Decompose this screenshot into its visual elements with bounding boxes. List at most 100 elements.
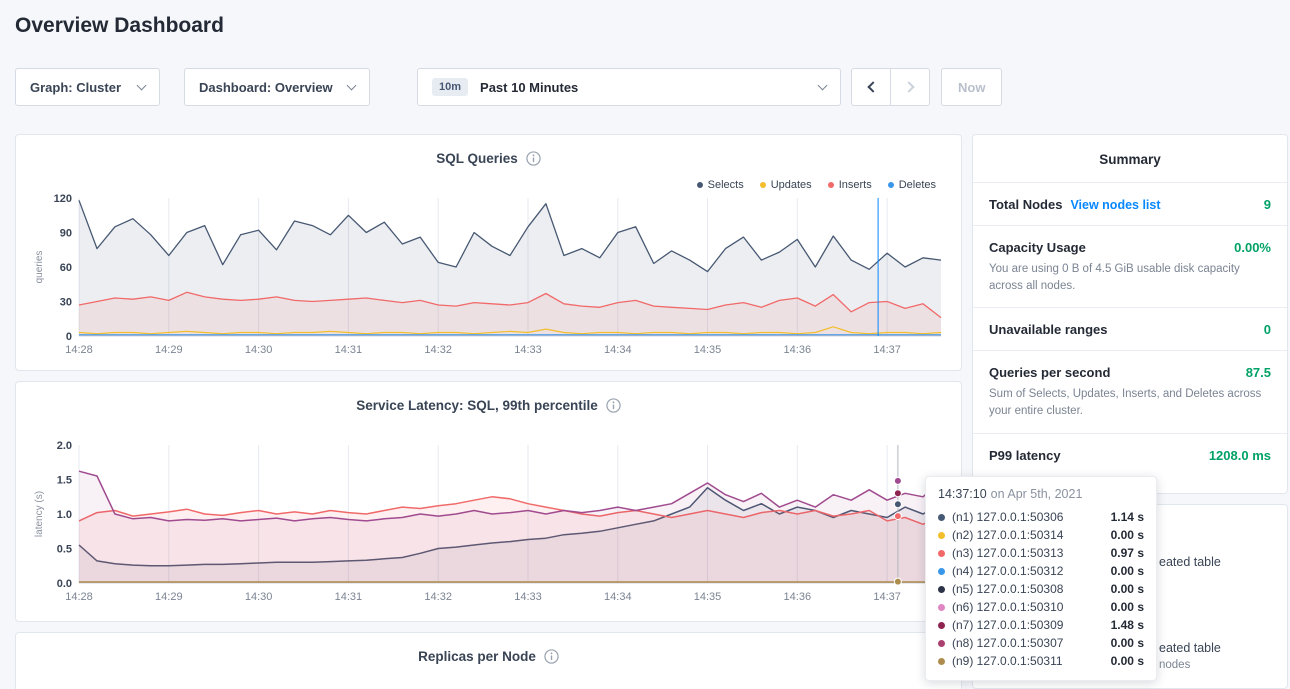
tooltip-timestamp: 14:37:10on Apr 5th, 2021 <box>938 487 1144 508</box>
svg-text:14:37: 14:37 <box>873 344 901 356</box>
svg-text:14:36: 14:36 <box>784 344 812 356</box>
tooltip-date: on Apr 5th, 2021 <box>991 487 1083 501</box>
overview-dashboard-page: Overview Dashboard Graph: Cluster Dashbo… <box>0 0 1290 689</box>
tooltip-row: (n9) 127.0.0.1:503110.00 s <box>938 652 1144 670</box>
chart-tooltip: 14:37:10on Apr 5th, 2021 (n1) 127.0.0.1:… <box>925 476 1157 681</box>
info-icon[interactable] <box>544 649 559 664</box>
time-range-badge: 10m <box>432 78 468 96</box>
series-dot-icon <box>938 568 945 575</box>
summary-panel: Summary Total Nodes View nodes list 9 Ca… <box>972 134 1288 494</box>
event-text-fragment[interactable]: eated table <box>1159 555 1221 569</box>
svg-text:0.0: 0.0 <box>57 578 72 590</box>
svg-text:14:33: 14:33 <box>514 591 542 603</box>
capacity-usage-label: Capacity Usage <box>989 240 1086 255</box>
svg-text:14:30: 14:30 <box>245 344 273 356</box>
tooltip-row: (n5) 127.0.0.1:503080.00 s <box>938 580 1144 598</box>
sql-queries-title: SQL Queries <box>436 151 518 166</box>
tooltip-row: (n2) 127.0.0.1:503140.00 s <box>938 526 1144 544</box>
tooltip-rows: (n1) 127.0.0.1:503061.14 s(n2) 127.0.0.1… <box>938 508 1144 670</box>
service-latency-title: Service Latency: SQL, 99th percentile <box>356 398 598 413</box>
series-dot-icon <box>938 586 945 593</box>
replicas-per-node-title: Replicas per Node <box>418 649 536 664</box>
svg-text:14:37: 14:37 <box>873 591 901 603</box>
graph-dropdown-label: Graph: Cluster <box>30 80 121 95</box>
capacity-usage-subtext: You are using 0 B of 4.5 GiB usable disk… <box>989 261 1271 294</box>
view-nodes-list-link[interactable]: View nodes list <box>1070 198 1160 212</box>
svg-text:14:28: 14:28 <box>65 591 93 603</box>
sql-queries-panel: SQL Queries SelectsUpdatesInsertsDeletes… <box>15 134 962 371</box>
svg-text:120: 120 <box>54 193 72 205</box>
unavailable-ranges-value: 0 <box>1264 322 1271 337</box>
svg-text:2.0: 2.0 <box>57 440 72 452</box>
svg-text:latency (s): latency (s) <box>34 491 45 537</box>
tooltip-row: (n3) 127.0.0.1:503130.97 s <box>938 544 1144 562</box>
svg-text:14:31: 14:31 <box>335 344 363 356</box>
queries-per-second-label: Queries per second <box>989 365 1110 380</box>
event-text-fragment: nodes <box>1159 659 1190 671</box>
time-next-button[interactable] <box>890 68 930 106</box>
svg-text:0.5: 0.5 <box>57 544 72 556</box>
legend-dot-icon <box>697 182 703 188</box>
service-latency-panel: Service Latency: SQL, 99th percentile 14… <box>15 381 962 622</box>
tooltip-row: (n1) 127.0.0.1:503061.14 s <box>938 508 1144 526</box>
svg-text:30: 30 <box>60 297 72 309</box>
chevron-down-icon <box>347 80 357 90</box>
time-range-selector[interactable]: 10m Past 10 Minutes <box>417 68 841 106</box>
series-dot-icon <box>938 550 945 557</box>
replicas-per-node-panel: Replicas per Node <box>15 632 962 689</box>
series-dot-icon <box>938 658 945 665</box>
graph-dropdown[interactable]: Graph: Cluster <box>15 68 160 106</box>
chevron-down-icon <box>818 80 828 90</box>
series-dot-icon <box>938 532 945 539</box>
svg-text:14:32: 14:32 <box>424 344 452 356</box>
tooltip-row: (n7) 127.0.0.1:503091.48 s <box>938 616 1144 634</box>
info-icon[interactable] <box>526 151 541 166</box>
chevron-right-icon <box>903 81 914 92</box>
service-latency-chart[interactable]: 14:28 14:29 14:30 14:31 14:32 14:33 14:34 14:35… <box>31 437 948 609</box>
p99-latency-label: P99 latency <box>989 448 1061 463</box>
total-nodes-value: 9 <box>1264 197 1271 212</box>
series-dot-icon <box>938 514 945 521</box>
event-text-fragment[interactable]: eated table <box>1159 641 1221 655</box>
svg-text:1.0: 1.0 <box>57 509 72 521</box>
svg-text:14:33: 14:33 <box>514 344 542 356</box>
legend-dot-icon <box>760 182 766 188</box>
legend-dot-icon <box>888 182 894 188</box>
chevron-down-icon <box>137 80 147 90</box>
summary-row-unavailable-ranges: Unavailable ranges 0 <box>973 307 1287 350</box>
series-dot-icon <box>938 640 945 647</box>
svg-text:14:36: 14:36 <box>784 591 812 603</box>
page-title: Overview Dashboard <box>15 14 224 38</box>
dashboard-dropdown-label: Dashboard: Overview <box>199 80 333 95</box>
time-prev-button[interactable] <box>851 68 891 106</box>
svg-text:queries: queries <box>34 251 45 284</box>
summary-row-queries-per-second: Queries per second 87.5 Sum of Selects, … <box>973 350 1287 432</box>
tooltip-row: (n6) 127.0.0.1:503100.00 s <box>938 598 1144 616</box>
time-range-label: Past 10 Minutes <box>480 80 578 95</box>
info-icon[interactable] <box>606 398 621 413</box>
summary-row-capacity-usage: Capacity Usage 0.00% You are using 0 B o… <box>973 225 1287 307</box>
summary-row-p99-latency: P99 latency 1208.0 ms <box>973 433 1287 476</box>
svg-text:14:30: 14:30 <box>245 591 273 603</box>
capacity-usage-value: 0.00% <box>1234 240 1271 255</box>
svg-text:14:31: 14:31 <box>335 591 363 603</box>
svg-text:14:29: 14:29 <box>155 591 183 603</box>
dashboard-dropdown[interactable]: Dashboard: Overview <box>184 68 370 106</box>
queries-per-second-subtext: Sum of Selects, Updates, Inserts, and De… <box>989 386 1271 419</box>
svg-text:14:34: 14:34 <box>604 591 632 603</box>
svg-text:90: 90 <box>60 228 72 240</box>
summary-title: Summary <box>973 135 1287 182</box>
tooltip-row: (n8) 127.0.0.1:503070.00 s <box>938 634 1144 652</box>
svg-text:14:29: 14:29 <box>155 344 183 356</box>
now-button[interactable]: Now <box>941 68 1002 106</box>
series-dot-icon <box>938 604 945 611</box>
svg-text:1.5: 1.5 <box>57 475 72 487</box>
svg-text:14:32: 14:32 <box>424 591 452 603</box>
svg-text:14:35: 14:35 <box>694 591 722 603</box>
legend-dot-icon <box>828 182 834 188</box>
time-nav-group <box>851 68 930 106</box>
svg-text:0: 0 <box>66 331 72 343</box>
p99-latency-value: 1208.0 ms <box>1209 448 1271 463</box>
sql-queries-chart[interactable]: 14:2814:2914:3014:3114:3214:3314:3414:35… <box>31 190 948 362</box>
summary-row-total-nodes: Total Nodes View nodes list 9 <box>973 182 1287 225</box>
